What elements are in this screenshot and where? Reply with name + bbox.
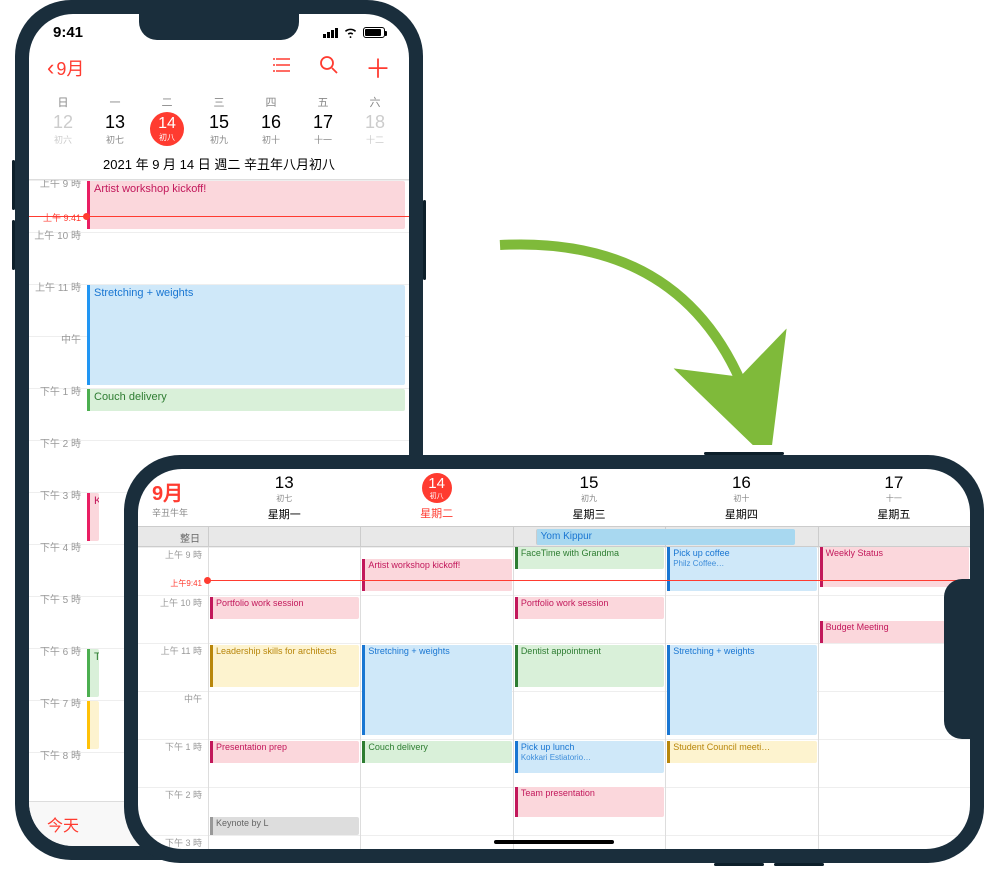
now-indicator: 上午 9:41 [29,216,409,217]
volume-down-button [12,220,15,270]
battery-icon [363,27,385,38]
nav-bar: ‹ 9月 ＋ [29,41,409,94]
chevron-left-icon: ‹ [47,55,54,81]
week-header: 9月 辛丑牛年 13初七星期一 14初八星期二 15初九星期三 16初十星期四 … [138,469,970,527]
notch [139,14,299,40]
date-cell[interactable]: 13初七 [89,112,141,146]
iphone-landscape: 9月 辛丑牛年 13初七星期一 14初八星期二 15初九星期三 16初十星期四 … [124,455,984,863]
event-portfolio-wed[interactable]: Portfolio work session [515,597,664,619]
volume-up-button [774,863,824,866]
event-stretch-thu[interactable]: Stretching + weights [667,645,816,735]
event-k[interactable]: K [87,493,99,541]
allday-row: 整日 Yom Kippur [138,527,970,547]
rotate-arrow-icon [470,225,800,445]
date-cell[interactable]: 18十二 [349,112,401,146]
event-couch-delivery[interactable]: Couch delivery [87,389,405,411]
day-col-tue-selected[interactable]: 14初八星期二 [360,469,512,526]
event-budget[interactable]: Budget Meeting [820,621,946,643]
col-tue: Artist workshop kickoff! Stretching + we… [360,547,512,849]
date-cell[interactable]: 15初九 [193,112,245,146]
date-cell[interactable]: 17十一 [297,112,349,146]
event-dentist[interactable]: Dentist appointment [515,645,664,687]
event-council[interactable]: Student Council meeti… [667,741,816,763]
day-col-wed[interactable]: 15初九星期三 [513,469,665,526]
week-timeline[interactable]: 上午 9 時 上午9:41上午 10 時 上午 11 時 中午 下午 1 時 下… [138,547,970,849]
full-date-label: 2021 年 9 月 14 日 週二 辛丑年八月初八 [29,150,409,180]
power-button [704,452,784,455]
date-cell-selected[interactable]: 14初八 [141,112,193,146]
event-artist-workshop[interactable]: Artist workshop kickoff! [87,181,405,229]
event-yellow[interactable] [87,701,99,749]
event-couch[interactable]: Couch delivery [362,741,511,763]
col-mon: Portfolio work session Leadership skills… [208,547,360,849]
col-wed: FaceTime with Grandma Portfolio work ses… [513,547,665,849]
event-weekly[interactable]: Weekly Status [820,547,969,587]
event-keynote[interactable]: Keynote by L [210,817,359,835]
event-t[interactable]: T [87,649,99,697]
add-icon[interactable]: ＋ [365,49,391,86]
volume-up-button [12,160,15,210]
status-time: 9:41 [53,24,83,41]
day-col-thu[interactable]: 16初十星期四 [665,469,817,526]
now-label: 上午9:41 [170,578,202,589]
event-coffee[interactable]: Pick up coffeePhilz Coffee… [667,547,816,591]
list-icon[interactable] [273,56,293,79]
date-row: 12初六 13初七 14初八 15初九 16初十 17十一 18十二 [29,110,409,150]
event-lunch[interactable]: Pick up lunchKokkari Estiatorio… [515,741,664,773]
allday-event-yom-kippur[interactable]: Yom Kippur [536,529,795,545]
back-button[interactable]: ‹ 9月 [47,55,84,81]
wifi-icon [343,27,358,38]
home-indicator [494,840,614,844]
event-team[interactable]: Team presentation [515,787,664,817]
event-stretch[interactable]: Stretching + weights [362,645,511,735]
event-leadership[interactable]: Leadership skills for architects [210,645,359,687]
event-artist[interactable]: Artist workshop kickoff! [362,559,511,591]
event-portfolio[interactable]: Portfolio work session [210,597,359,619]
now-indicator [208,580,970,581]
month-label[interactable]: 9月 辛丑牛年 [138,469,208,526]
weekday-header: 日 一 二 三 四 五 六 [29,94,409,110]
day-col-fri[interactable]: 17十一星期五 [818,469,970,526]
power-button [423,200,426,280]
date-cell[interactable]: 12初六 [37,112,89,146]
cellular-icon [323,28,338,38]
volume-down-button [714,863,764,866]
event-prep[interactable]: Presentation prep [210,741,359,763]
date-cell[interactable]: 16初十 [245,112,297,146]
day-col-mon[interactable]: 13初七星期一 [208,469,360,526]
notch [944,579,970,739]
search-icon[interactable] [319,55,339,81]
col-thu: Pick up coffeePhilz Coffee… Stretching +… [665,547,817,849]
event-facetime[interactable]: FaceTime with Grandma [515,547,664,569]
